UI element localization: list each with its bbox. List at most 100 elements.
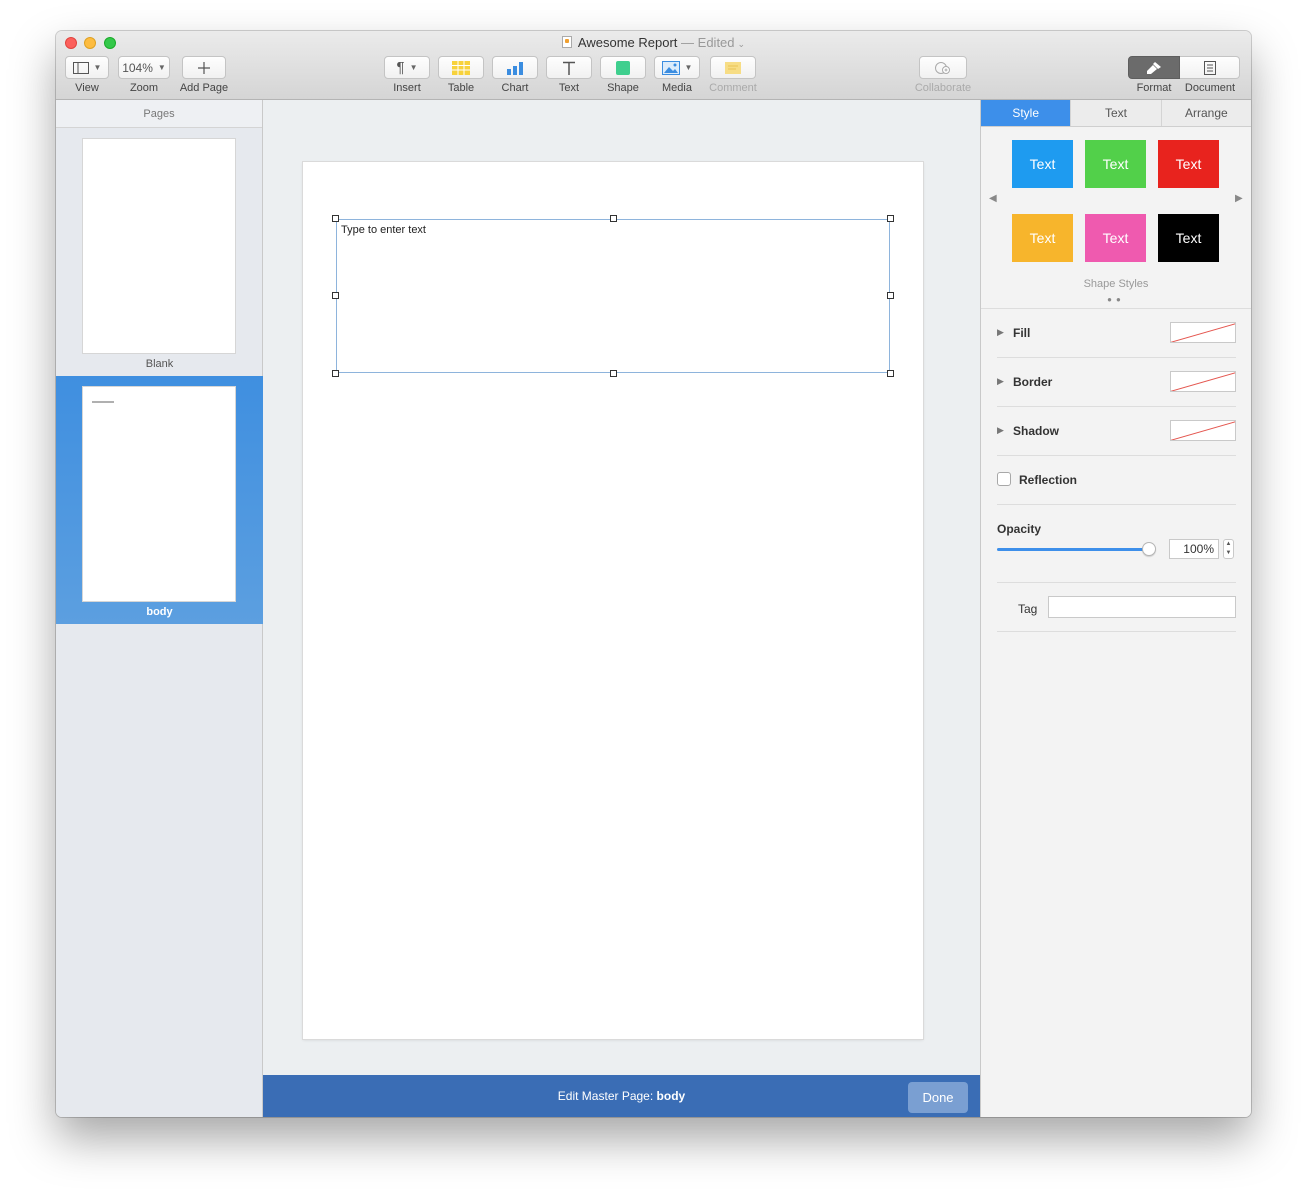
resize-handle-bottom[interactable] — [610, 370, 617, 377]
shape-style-swatch[interactable]: Text — [1085, 214, 1146, 262]
collaborate-label: Collaborate — [914, 82, 972, 94]
chart-button[interactable] — [492, 56, 538, 79]
media-label: Media — [662, 82, 692, 94]
text-box-placeholder: Type to enter text — [341, 224, 426, 236]
reflection-label: Reflection — [1019, 473, 1078, 487]
divider — [997, 504, 1236, 505]
shape-style-swatch[interactable]: Text — [1158, 214, 1219, 262]
document-name: Awesome Report — [577, 35, 678, 50]
add-page-label: Add Page — [179, 82, 229, 94]
table-control: Table — [438, 56, 484, 94]
document-title[interactable]: Awesome Report — Edited ⌄ — [56, 35, 1251, 52]
resize-handle-top-left[interactable] — [332, 215, 339, 222]
tab-text[interactable]: Text — [1071, 100, 1162, 126]
fill-row[interactable]: ▶ Fill — [997, 322, 1236, 346]
opacity-slider-knob[interactable] — [1142, 542, 1156, 556]
disclosure-triangle-icon[interactable]: ▶ — [997, 425, 1004, 436]
chevron-down-icon: ▼ — [157, 63, 166, 72]
inspector-toggle: Format Document — [1128, 56, 1240, 94]
page-indicator-dots[interactable]: ●● — [981, 295, 1251, 304]
shape-style-swatch[interactable]: Text — [1012, 214, 1073, 262]
disclosure-triangle-icon[interactable]: ▶ — [997, 327, 1004, 338]
next-styles-icon[interactable]: ▶ — [1235, 193, 1243, 204]
shadow-label: Shadow — [1013, 424, 1060, 438]
tag-label: Tag — [1018, 602, 1038, 616]
add-page-control: Add Page — [179, 56, 229, 94]
divider — [997, 406, 1236, 407]
title-separator: — — [681, 35, 695, 50]
add-page-button[interactable] — [182, 56, 226, 79]
comment-button[interactable] — [710, 56, 756, 79]
comment-icon — [725, 61, 741, 74]
shape-style-swatch[interactable]: Text — [1085, 140, 1146, 188]
resize-handle-top-right[interactable] — [887, 215, 894, 222]
opacity-slider-track[interactable] — [997, 548, 1147, 551]
paintbrush-icon — [1147, 61, 1161, 74]
shape-style-swatch[interactable]: Text — [1012, 140, 1073, 188]
master-page-label: Edit Master Page: body — [263, 1075, 980, 1117]
resize-handle-left[interactable] — [332, 292, 339, 299]
border-row[interactable]: ▶ Border — [997, 371, 1236, 395]
master-page[interactable]: Type to enter text — [303, 162, 923, 1039]
chart-control: Chart — [492, 56, 538, 94]
shape-label: Shape — [607, 82, 639, 94]
media-control: ▼ Media — [654, 56, 700, 94]
fill-color-well[interactable] — [1170, 322, 1236, 343]
reflection-row: Reflection — [997, 469, 1236, 493]
collaborate-control: Collaborate — [911, 56, 975, 94]
disclosure-triangle-icon[interactable]: ▶ — [997, 376, 1004, 387]
border-color-well[interactable] — [1170, 371, 1236, 392]
tab-arrange[interactable]: Arrange — [1161, 100, 1251, 126]
tag-input[interactable] — [1048, 596, 1236, 618]
pages-window: Awesome Report — Edited ⌄ ▼ View 104% ▼ Z… — [56, 31, 1251, 1117]
page-thumbnail-body[interactable]: body — [56, 376, 263, 624]
no-border-slash — [1171, 372, 1235, 391]
insert-button[interactable]: ¶ ▼ — [384, 56, 430, 79]
table-button[interactable] — [438, 56, 484, 79]
table-label: Table — [447, 82, 475, 94]
no-shadow-slash — [1171, 421, 1235, 440]
opacity-stepper[interactable]: ▲ ▼ — [1223, 539, 1234, 559]
tab-style[interactable]: Style — [981, 100, 1072, 126]
text-button[interactable] — [546, 56, 592, 79]
pages-sidebar: Pages Blank body — [56, 100, 263, 1117]
zoom-select[interactable]: 104% ▼ — [118, 56, 170, 79]
document-button[interactable] — [1180, 56, 1240, 79]
media-button[interactable]: ▼ — [654, 56, 700, 79]
shape-styles-label: Shape Styles — [1083, 278, 1149, 290]
shape-control: Shape — [600, 56, 646, 94]
opacity-input[interactable]: 100% — [1169, 539, 1219, 559]
previous-styles-icon[interactable]: ◀ — [989, 193, 997, 204]
shadow-color-well[interactable] — [1170, 420, 1236, 441]
divider — [997, 582, 1236, 583]
resize-handle-top[interactable] — [610, 215, 617, 222]
text-control: Text — [546, 56, 592, 94]
text-icon — [563, 61, 575, 75]
done-button[interactable]: Done — [908, 1082, 968, 1113]
resize-handle-bottom-right[interactable] — [887, 370, 894, 377]
document-icon — [1203, 60, 1216, 75]
page-thumbnail-label: body — [146, 606, 173, 618]
chart-label: Chart — [501, 82, 529, 94]
chevron-down-icon: ⌄ — [737, 39, 746, 49]
format-button[interactable] — [1128, 56, 1180, 79]
reflection-checkbox[interactable] — [997, 472, 1011, 486]
bar-chart-icon — [507, 61, 523, 75]
divider — [981, 308, 1251, 309]
collaborate-button[interactable] — [919, 56, 967, 79]
border-label: Border — [1013, 375, 1053, 389]
shape-button[interactable] — [600, 56, 646, 79]
page-thumbnail-blank[interactable]: Blank — [56, 129, 263, 376]
pages-header: Pages — [56, 100, 262, 128]
master-page-name: body — [656, 1089, 686, 1103]
shadow-row[interactable]: ▶ Shadow — [997, 420, 1236, 444]
resize-handle-bottom-left[interactable] — [332, 370, 339, 377]
shape-style-swatch[interactable]: Text — [1158, 140, 1219, 188]
view-button[interactable]: ▼ — [65, 56, 109, 79]
view-control: ▼ View — [65, 56, 109, 94]
text-box[interactable]: Type to enter text — [336, 219, 890, 373]
resize-handle-right[interactable] — [887, 292, 894, 299]
sidebar-icon — [72, 61, 89, 74]
table-icon — [452, 60, 470, 75]
mini-text-line — [92, 401, 114, 403]
